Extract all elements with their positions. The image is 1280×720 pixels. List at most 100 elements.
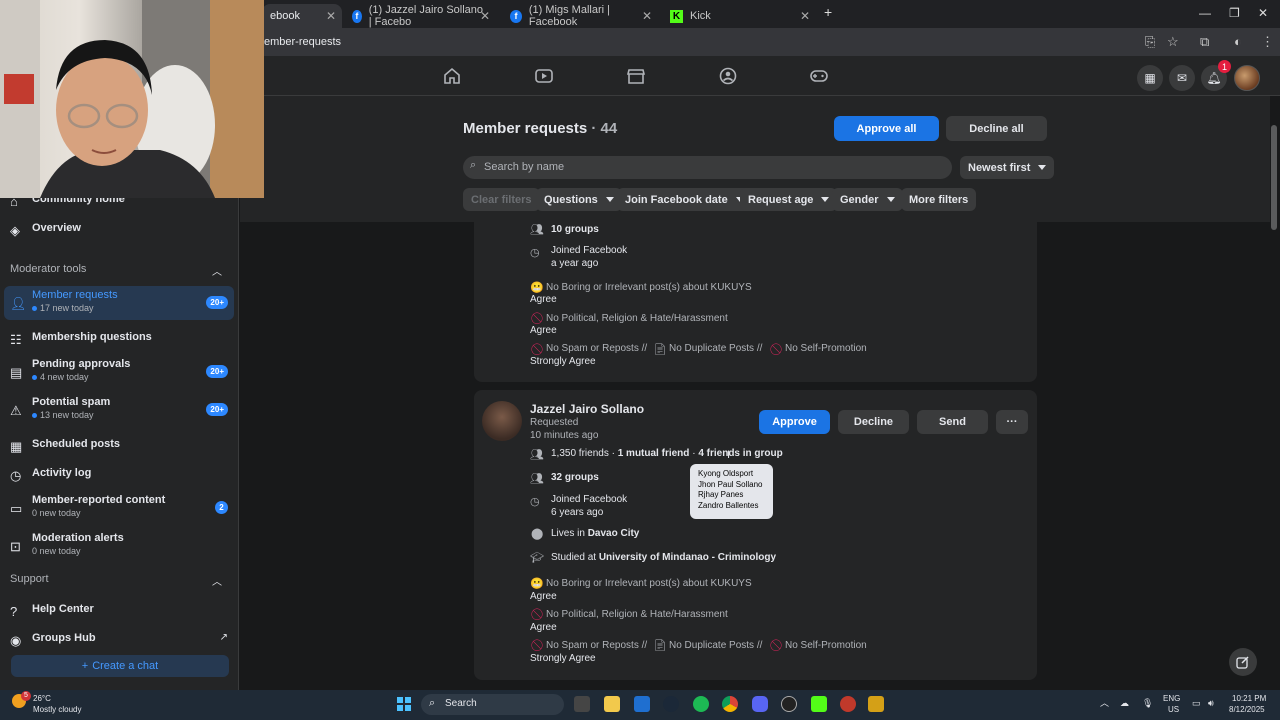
spotify-icon[interactable] — [693, 696, 709, 712]
sidebar-item-help-center[interactable]: ? Help Center — [4, 600, 234, 630]
sort-dropdown[interactable]: Newest first — [960, 156, 1055, 179]
sidebar-item-overview[interactable]: ◈ Overview — [4, 219, 234, 249]
taskbar-search[interactable]: ⌕ Search — [421, 694, 564, 715]
decline-button[interactable]: Decline — [838, 410, 909, 434]
sidebar-item-member-requests[interactable]: 👤︎ Member requests 17 new today 20+ — [4, 286, 234, 320]
studied-at: Studied at University of Mindanao - Crim… — [551, 552, 776, 563]
approve-all-button[interactable]: Approve all — [834, 116, 939, 141]
sidebar-item-moderation-alerts[interactable]: ⊡ Moderation alerts 0 new today — [4, 529, 234, 563]
home-icon[interactable] — [442, 67, 462, 85]
task-view-icon[interactable] — [574, 696, 590, 712]
windows-start-icon[interactable] — [397, 697, 411, 711]
answer-text: Agree — [530, 294, 557, 305]
joined-value: a year ago — [551, 258, 599, 269]
mutual-friends-link[interactable]: 1 mutual friend — [618, 448, 690, 459]
microphone-icon[interactable]: 🎙︎ — [1142, 698, 1153, 708]
install-app-icon[interactable]: ⎘ — [1145, 34, 1155, 50]
kick-icon: K — [670, 9, 683, 23]
extensions-icon[interactable]: ⧉ — [1200, 34, 1209, 50]
page-scrollbar[interactable] — [1271, 125, 1277, 230]
more-filters-button[interactable]: More filters — [901, 188, 977, 211]
maximize-icon[interactable]: ❐ — [1229, 6, 1240, 20]
chrome-icon[interactable] — [722, 696, 738, 712]
tab-label: (1) Migs Mallari | Facebook — [528, 4, 610, 28]
gaming-icon[interactable] — [809, 67, 829, 85]
tray-overflow-icon[interactable]: ︿ — [1100, 698, 1109, 708]
sidebar-item-pending-approvals[interactable]: ▤ Pending approvals 4 new today 20+ — [4, 355, 234, 389]
file-explorer-icon[interactable] — [604, 696, 620, 712]
search-icon: ⌕ — [429, 697, 436, 709]
new-tab-icon[interactable]: + — [824, 4, 832, 20]
send-button[interactable]: Send — [917, 410, 988, 434]
graduation-cap-icon: 🎓︎ — [530, 552, 544, 564]
clock-time[interactable]: 10:21 PM — [1232, 694, 1266, 704]
menu-grid-icon[interactable]: ▦ — [1137, 65, 1163, 91]
language-code[interactable]: ENG — [1163, 694, 1180, 704]
school-name[interactable]: University of Mindanao - Criminology — [599, 552, 776, 563]
video-icon[interactable] — [534, 67, 554, 85]
game-launcher-icon[interactable] — [840, 696, 856, 712]
taskbar-search-label: Search — [445, 698, 477, 709]
steam-icon[interactable] — [663, 696, 679, 712]
sidebar-item-label: Moderation alerts — [32, 532, 124, 544]
kick-app-icon[interactable] — [811, 696, 827, 712]
requester-name[interactable]: Jazzel Jairo Sollano — [530, 402, 644, 416]
no-entry-icon: 🚫︎ — [530, 313, 544, 325]
chevron-up-icon[interactable]: ︿ — [212, 573, 222, 588]
sidebar-item-potential-spam[interactable]: ⚠ Potential spam 13 new today 20+ — [4, 393, 234, 427]
browser-app-icon[interactable] — [868, 696, 884, 712]
compose-message-button[interactable] — [1229, 648, 1257, 676]
display-icon[interactable]: ▭ — [1192, 698, 1201, 708]
requester-avatar[interactable] — [482, 401, 522, 441]
volume-icon[interactable]: 🔊︎ — [1208, 698, 1214, 708]
sidebar-item-sub: 13 new today — [32, 410, 94, 420]
sidebar-item-membership-questions[interactable]: ☷ Membership questions — [4, 328, 234, 358]
close-tab-icon[interactable]: ✕ — [642, 9, 652, 23]
create-chat-button[interactable]: + Create a chat — [11, 655, 229, 677]
question-text: No Boring or Irrelevant post(s) about KU… — [546, 578, 752, 589]
store-icon[interactable] — [634, 696, 650, 712]
friends-in-group-link[interactable]: 4 friends in group — [698, 448, 782, 459]
minimize-icon[interactable]: — — [1199, 6, 1211, 20]
request-age-filter[interactable]: Request age — [740, 188, 838, 211]
question-text: No Political, Religion & Hate/Harassment — [546, 313, 728, 324]
close-tab-icon[interactable]: ✕ — [800, 9, 810, 23]
tab-kick[interactable]: K Kick ✕ — [662, 4, 816, 28]
friends-in-group-tooltip: Kyong Oldsport Jhon Paul Sollano Rjhay P… — [690, 464, 773, 519]
gender-filter[interactable]: Gender — [832, 188, 903, 211]
join-date-filter[interactable]: Join Facebook date — [617, 188, 752, 211]
lives-city[interactable]: Davao City — [588, 528, 640, 539]
sidebar-item-scheduled-posts[interactable]: ▦ Scheduled posts — [4, 435, 234, 465]
close-tab-icon[interactable]: ✕ — [326, 9, 336, 23]
sidebar-item-sub: 0 new today — [32, 508, 81, 518]
decline-all-button[interactable]: Decline all — [946, 116, 1047, 141]
close-tab-icon[interactable]: ✕ — [480, 9, 490, 23]
tab-migs-profile[interactable]: f (1) Migs Mallari | Facebook ✕ — [502, 4, 658, 28]
tab-facebook-group[interactable]: ebook ✕ — [262, 4, 342, 28]
obs-icon[interactable] — [781, 696, 797, 712]
marketplace-icon[interactable] — [626, 67, 646, 85]
search-input[interactable]: ⌕ Search by name — [463, 156, 952, 179]
discord-icon[interactable] — [752, 696, 768, 712]
messenger-icon[interactable]: ✉ — [1169, 65, 1195, 91]
clock-icon: ◷ — [530, 247, 540, 259]
sidebar-item-label: Membership questions — [32, 331, 152, 343]
url-text[interactable]: ember-requests — [264, 36, 341, 48]
close-window-icon[interactable]: ✕ — [1258, 6, 1268, 20]
browser-menu-icon[interactable]: ⋮ — [1261, 34, 1274, 50]
groups-icon[interactable] — [718, 67, 738, 85]
page-title: Member requests · 44 — [463, 120, 617, 137]
network-icon[interactable]: ☁ — [1120, 698, 1129, 708]
sidebar-item-member-reported-content[interactable]: ▭ Member-reported content 0 new today 2 — [4, 491, 234, 525]
tab-jazzel-profile[interactable]: f (1) Jazzel Jairo Sollano | Facebo ✕ — [344, 4, 496, 28]
chevron-up-icon[interactable]: ︿ — [212, 263, 222, 278]
approve-button[interactable]: Approve — [759, 410, 830, 434]
clear-filters-button[interactable]: Clear filters — [463, 188, 540, 211]
questions-filter[interactable]: Questions — [536, 188, 622, 211]
groups-count: 10 groups — [551, 224, 599, 235]
more-options-button[interactable]: ··· — [996, 410, 1028, 434]
account-avatar[interactable] — [1234, 65, 1260, 91]
sidebar-item-activity-log[interactable]: ◷ Activity log — [4, 464, 234, 494]
bookmark-star-icon[interactable]: ☆ — [1167, 34, 1179, 50]
profile-icon[interactable]: ◐ — [1234, 34, 1242, 49]
